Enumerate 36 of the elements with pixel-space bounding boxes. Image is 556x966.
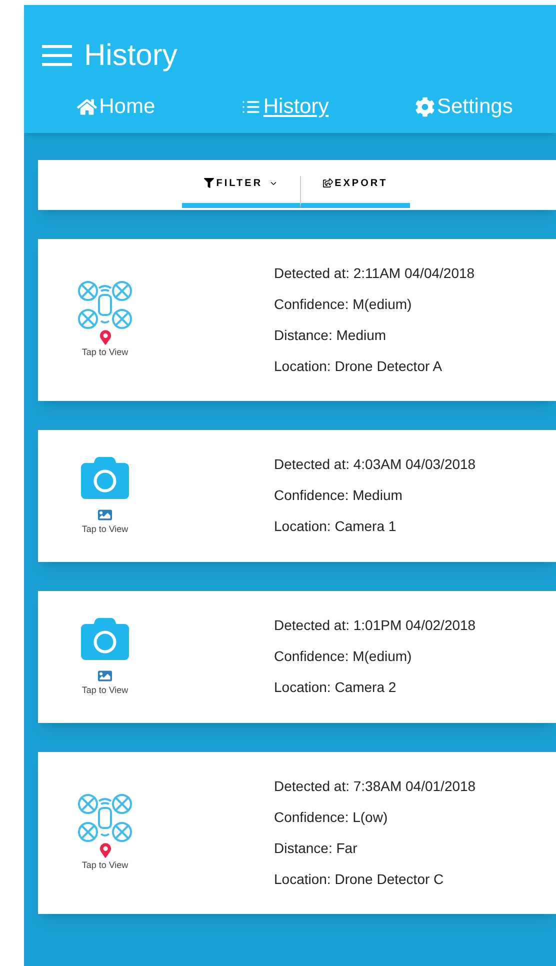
detection-detail: Location: Drone Detector C xyxy=(274,870,445,888)
detection-detail: Confidence: Medium xyxy=(274,486,404,505)
page-title: History xyxy=(84,41,178,71)
map-pin-icon xyxy=(100,842,110,858)
drone-icon xyxy=(76,792,134,843)
menu-icon[interactable] xyxy=(42,45,72,67)
tap-to-view-button[interactable]: Tap to View xyxy=(38,615,172,698)
detection-card[interactable]: Tap to View Detected at: 2:11AM 04/04/2018 Confidence: M(edium) Distance: Medium Location: Drone Detector A xyxy=(38,238,556,400)
detection-detail: Detected at: 4:03AM 04/03/2018 xyxy=(274,455,476,474)
detection-detail: Detected at: 1:01PM 04/02/2018 xyxy=(274,616,476,635)
detection-card[interactable]: Tap to View Detected at: 7:38AM 04/01/2018 Confidence: L(ow) Distance: Far Location: Drone Detector C xyxy=(38,752,556,914)
detection-detail: Confidence: L(ow) xyxy=(274,808,389,827)
toolbar-button[interactable]: EXPORT xyxy=(300,176,410,208)
detection-detail: Detected at: 7:38AM 04/01/2018 xyxy=(274,776,476,796)
detection-detail: Location: Camera 1 xyxy=(274,517,398,536)
detection-detail: Distance: Medium xyxy=(274,326,388,344)
detection-detail: Distance: Far xyxy=(274,838,358,858)
filter-icon xyxy=(204,178,214,188)
detection-detail: Confidence: M(edium) xyxy=(274,294,413,314)
tap-to-view-button[interactable]: Tap to View xyxy=(38,280,172,360)
image-icon xyxy=(97,669,113,684)
image-icon xyxy=(97,508,113,522)
detection-card[interactable]: Tap to View Detected at: 1:01PM 04/02/2018 Confidence: M(edium) Location: Camera 2 xyxy=(38,590,556,722)
drone-icon xyxy=(76,280,134,330)
tap-to-view-button[interactable]: Tap to View xyxy=(38,454,172,537)
tap-to-view-button[interactable]: Tap to View xyxy=(38,792,172,872)
detection-detail: Location: Drone Detector A xyxy=(274,356,444,376)
toolbar-button[interactable]: FILTER xyxy=(182,176,300,208)
map-pin-icon xyxy=(100,330,110,345)
detection-card[interactable]: Tap to View Detected at: 4:03AM 04/03/2018 Confidence: Medium Location: Camera 1 xyxy=(38,430,556,562)
detection-detail: Confidence: M(edium) xyxy=(274,647,413,666)
detection-detail: Location: Camera 2 xyxy=(274,678,398,697)
home-icon xyxy=(77,96,98,117)
export-icon xyxy=(322,178,333,188)
settings-icon xyxy=(414,96,435,117)
detection-detail: Detected at: 2:11AM 04/04/2018 xyxy=(274,264,475,282)
